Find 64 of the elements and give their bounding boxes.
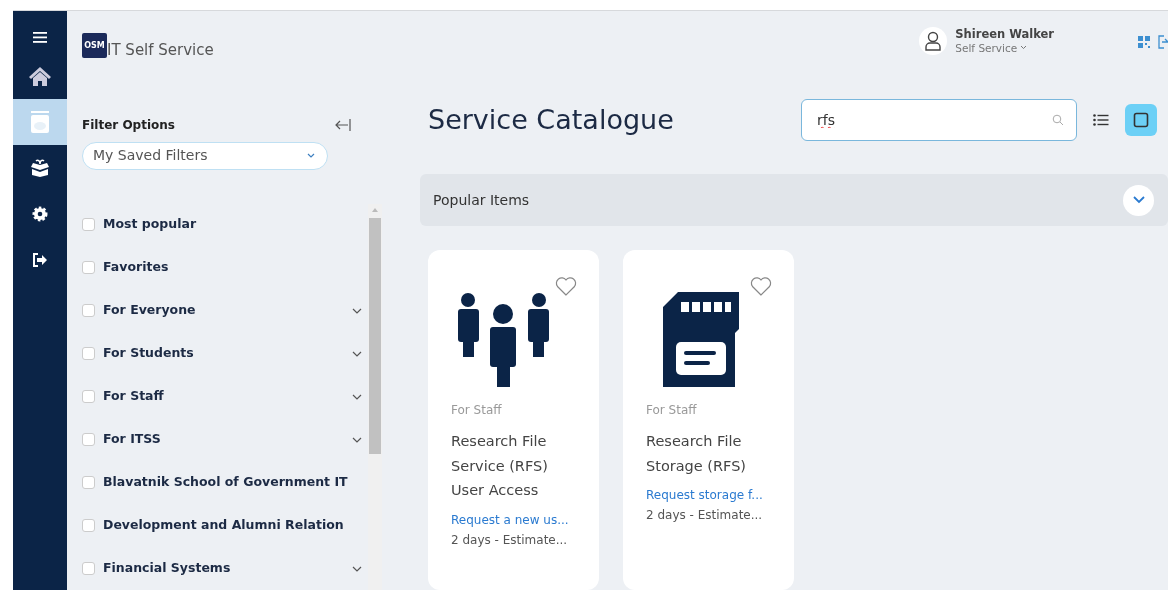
chevron-icon[interactable] (352, 393, 362, 400)
expand-button[interactable] (1123, 184, 1154, 216)
square-icon (1133, 112, 1149, 129)
qr-code-icon[interactable] (1138, 36, 1150, 48)
card-title: Research File Service (RFS) User Access (451, 432, 549, 500)
logout-icon[interactable] (1158, 35, 1168, 49)
gift-box-icon (29, 159, 51, 177)
checkbox[interactable] (82, 562, 95, 575)
inbox-icon (30, 111, 50, 133)
estimate-text: 2 days - Estimate... (451, 531, 569, 549)
logout-icon (32, 253, 48, 267)
description-link[interactable]: Request a new us... (451, 510, 569, 529)
checkbox[interactable] (82, 390, 95, 403)
filter-label[interactable]: For ITSS (103, 430, 344, 449)
filter-label[interactable]: Favorites (103, 258, 362, 277)
card-title: Research File Storage (RFS) (646, 432, 748, 476)
checkbox[interactable] (82, 261, 95, 274)
filter-label[interactable]: For Everyone (103, 301, 344, 320)
chevron-icon[interactable] (352, 565, 362, 572)
chevron-icon[interactable] (352, 436, 362, 443)
section-title: Popular Items (433, 190, 530, 210)
home-icon (28, 66, 52, 86)
filter-label[interactable]: Development and Alumni Relation (103, 516, 362, 535)
avatar-icon (919, 27, 948, 55)
page-title: Service Catalogue (428, 104, 674, 137)
user-name: Shireen Walker (955, 27, 1054, 42)
estimate-text: 2 days - Estimate... (646, 507, 764, 524)
checkbox[interactable] (82, 218, 95, 231)
app-title: IT Self Service (107, 40, 214, 61)
checkbox[interactable] (82, 476, 95, 489)
filter-label[interactable]: Blavatnik School of Government IT (103, 473, 362, 492)
filter-title: Filter Options (82, 116, 175, 134)
saved-filters-dropdown[interactable]: My Saved Filters (82, 141, 328, 170)
chevron-icon (307, 153, 315, 159)
grid-view-button[interactable] (1125, 104, 1157, 137)
filter-label[interactable]: Financial Systems (103, 559, 344, 578)
caret-icon (1020, 45, 1028, 51)
description-link[interactable]: Request storage f... (646, 486, 763, 504)
checkbox[interactable] (82, 347, 95, 360)
filter-label[interactable]: Most popular (103, 215, 362, 234)
role-dropdown[interactable]: Self Service (955, 41, 1028, 55)
service-card[interactable]: For Staff Research File Storage (RFS) Request storage f... 2 days - Estimate... (623, 250, 794, 590)
list-icon (1093, 114, 1109, 127)
gear-icon (31, 205, 49, 223)
scrollbar[interactable] (368, 203, 382, 590)
checkbox[interactable] (82, 433, 95, 446)
checkbox[interactable] (82, 304, 95, 317)
filter-label[interactable]: For Staff (103, 387, 344, 406)
checkbox[interactable] (82, 519, 95, 532)
category-label: For Staff (646, 402, 698, 419)
favorite-button[interactable] (750, 274, 772, 298)
filter-label[interactable]: For Students (103, 344, 344, 363)
chevron-icon[interactable] (352, 350, 362, 357)
favorite-button[interactable] (555, 274, 577, 298)
search-icon (1052, 114, 1064, 127)
collapse-panel-icon[interactable] (334, 117, 352, 132)
menu-icon (33, 31, 47, 43)
category-label: For Staff (451, 402, 503, 419)
sd-card-icon (663, 292, 739, 387)
logo: OSM (82, 33, 107, 58)
chevron-icon (1132, 196, 1145, 205)
service-card[interactable]: For Staff Research File Service (RFS) User Access Request a new us... 2 days - Estimate... (428, 250, 599, 590)
chevron-icon[interactable] (352, 307, 362, 314)
search-field[interactable]: rfs (801, 99, 1077, 142)
